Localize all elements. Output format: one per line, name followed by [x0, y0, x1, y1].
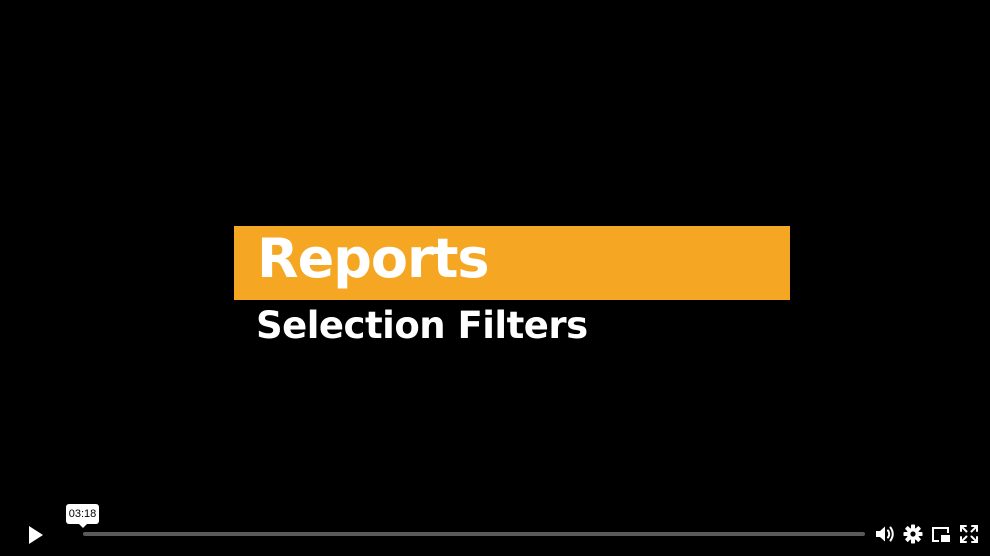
hover-time-tooltip: 03:18 [66, 504, 99, 528]
picture-in-picture-icon [932, 527, 950, 542]
video-player[interactable]: Reports Selection Filters 03:18 [0, 0, 990, 556]
progress-bar[interactable] [83, 532, 865, 536]
player-controls: 03:18 [0, 504, 990, 556]
gear-icon [903, 524, 923, 544]
volume-icon [876, 526, 894, 542]
video-subtitle: Selection Filters [256, 304, 588, 347]
fullscreen-icon [960, 525, 978, 543]
video-title: Reports [257, 227, 490, 290]
picture-in-picture-button[interactable] [930, 523, 952, 545]
settings-button[interactable] [902, 523, 924, 545]
volume-button[interactable] [874, 523, 896, 545]
play-button[interactable] [22, 522, 48, 548]
play-icon [29, 526, 43, 544]
fullscreen-button[interactable] [958, 523, 980, 545]
